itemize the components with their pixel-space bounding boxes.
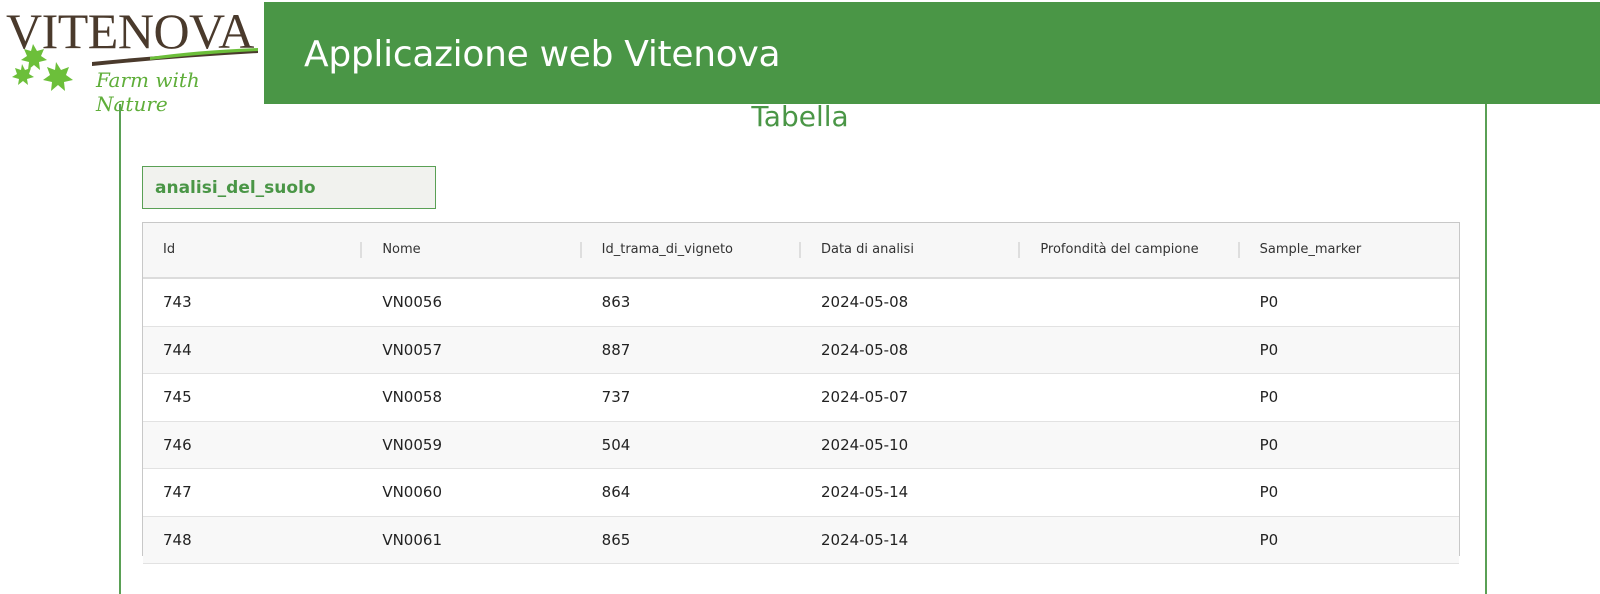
- table-cell: 864: [601, 483, 631, 502]
- table-cell: 744: [163, 340, 192, 359]
- table-cell: 2024-05-08: [820, 293, 909, 312]
- column-header-label: Data di analisi: [820, 242, 914, 257]
- page-title: Tabella: [751, 100, 849, 133]
- column-header[interactable]: Sample_marker: [1240, 223, 1459, 277]
- table-row[interactable]: 743 VN0056 863 2024-05-08 P0: [143, 279, 1459, 327]
- table-cell: 504: [601, 435, 631, 454]
- app-header: VITENOVA Farm with Nature Applicazione w…: [0, 0, 1600, 116]
- table-cell: VN0059: [382, 435, 442, 454]
- table-cell: P0: [1259, 388, 1279, 407]
- table-cell: 743: [163, 293, 192, 312]
- table-row[interactable]: 745 VN0058 737 2024-05-07 P0: [143, 374, 1459, 422]
- table-selector-tab[interactable]: analisi_del_suolo: [142, 166, 436, 209]
- table-cell: 748: [163, 530, 192, 549]
- table-cell: 2024-05-14: [820, 483, 909, 502]
- table-cell: 746: [163, 435, 192, 454]
- table-cell: P0: [1259, 293, 1279, 312]
- table-cell: P0: [1259, 435, 1279, 454]
- table-cell: VN0056: [382, 293, 442, 312]
- table-header: Id Nome Id_trama_di_vigneto Data di analisi…: [143, 223, 1459, 279]
- column-header[interactable]: Profondità del campione: [1020, 223, 1240, 277]
- table-cell: P0: [1259, 483, 1279, 502]
- app-title: Applicazione web Vitenova: [304, 34, 781, 75]
- vitenova-logo[interactable]: VITENOVA Farm with Nature: [0, 0, 264, 116]
- table-row[interactable]: 746 VN0059 504 2024-05-10 P0: [143, 421, 1459, 469]
- column-header[interactable]: Id_trama_di_vigneto: [582, 223, 801, 277]
- table-cell: 887: [601, 340, 631, 359]
- column-header-label: Id: [163, 242, 176, 257]
- table-cell: 2024-05-07: [820, 388, 909, 407]
- table-cell: VN0058: [382, 388, 442, 407]
- table-row[interactable]: 744 VN0057 887 2024-05-08 P0: [143, 326, 1459, 374]
- table-cell: 865: [601, 530, 631, 549]
- data-table: Id Nome Id_trama_di_vigneto Data di analisi…: [142, 222, 1460, 564]
- column-header-label: Profondità del campione: [1040, 242, 1199, 257]
- table-cell: 745: [163, 388, 192, 407]
- column-header[interactable]: Data di analisi: [801, 223, 1021, 277]
- table-row[interactable]: 747 VN0060 864 2024-05-14 P0: [143, 469, 1459, 517]
- table-cell: 863: [601, 293, 631, 312]
- table-cell: 737: [601, 388, 631, 407]
- column-header-label: Sample_marker: [1259, 242, 1362, 257]
- table-cell: 747: [163, 483, 192, 502]
- table-cell: VN0057: [382, 340, 442, 359]
- column-header-label: Nome: [382, 242, 421, 257]
- table-cell: P0: [1259, 340, 1279, 359]
- logo-wordmark: VITENOVA: [6, 3, 254, 59]
- table-cell: 2024-05-14: [820, 530, 909, 549]
- column-header-label: Id_trama_di_vigneto: [601, 242, 733, 257]
- table-cell: 2024-05-10: [820, 435, 909, 454]
- column-header[interactable]: Nome: [362, 223, 582, 277]
- column-header[interactable]: Id: [143, 223, 363, 277]
- table-row[interactable]: 748 VN0061 865 2024-05-14 P0: [143, 516, 1459, 564]
- table-cell: 2024-05-08: [820, 340, 909, 359]
- table-cell: VN0060: [382, 483, 442, 502]
- table-cell: P0: [1259, 530, 1279, 549]
- table-cell: VN0061: [382, 530, 442, 549]
- table-body: 743 VN0056 863 2024-05-08 P0 744 VN0057 887 2024…: [143, 279, 1459, 564]
